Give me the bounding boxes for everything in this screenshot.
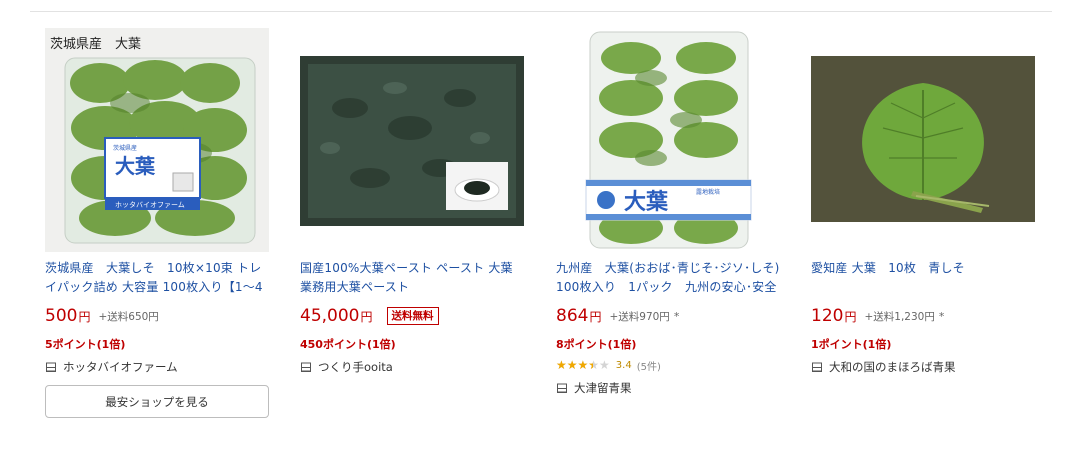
shop-name[interactable]: つくり手ooita — [318, 359, 393, 375]
price-value: 120 — [811, 306, 844, 326]
price-yen: 円 — [844, 309, 857, 324]
product-title-link[interactable]: 茨城県産 大葉しそ 10枚×10束 トレイパック詰め 大容量 100枚入り【1〜… — [45, 259, 273, 297]
product-card-4: 愛知産 大葉 10枚 青しそ 120 円 +送料1,230円 * 1ポイント(1倍… — [811, 28, 1051, 375]
product-card-3: 大葉 露地栽培 九州産 大葉(おおば･青じそ･ジソ･しそ) 100枚入り 1パッ… — [556, 28, 796, 396]
svg-text:茨城県産: 茨城県産 — [113, 144, 137, 152]
price-value: 45,000 — [300, 306, 360, 326]
price-row: 864 円 +送料970円 * — [556, 305, 796, 327]
shop-icon — [812, 362, 822, 372]
shipping-note-asterisk: * — [673, 309, 680, 323]
product-title-link[interactable]: 国産100%大葉ペースト ペースト 大葉 業務用大葉ペースト — [300, 259, 528, 297]
points: 450ポイント(1倍) — [300, 338, 396, 351]
points: 8ポイント(1倍) — [556, 338, 637, 351]
section-divider — [30, 11, 1052, 12]
shop-icon — [557, 383, 567, 393]
product-image[interactable] — [811, 28, 1035, 252]
cheapest-shop-button[interactable]: 最安ショップを見る — [45, 385, 269, 418]
shipping-fee: +送料1,230円 — [864, 310, 935, 323]
price-value: 500 — [45, 306, 78, 326]
shipping-fee: +送料650円 — [98, 310, 159, 323]
shop-icon — [301, 362, 311, 372]
rating-row[interactable]: ★★★★★★★★★★ 3.4 (5件) — [556, 358, 796, 373]
shop-name[interactable]: 大和の国のまほろば青果 — [829, 359, 956, 375]
product-title-link[interactable]: 九州産 大葉(おおば･青じそ･ジソ･しそ) 100枚入り 1パック 九州の安心･… — [556, 259, 784, 297]
product-image-shiso-bunch — [811, 28, 1035, 252]
star-rating: ★★★★★★★★★★ — [556, 358, 610, 372]
points: 1ポイント(1倍) — [811, 338, 892, 351]
shop-name[interactable]: 大津留青果 — [574, 380, 632, 396]
shop-row[interactable]: 大和の国のまほろば青果 — [811, 359, 1051, 375]
price-row: 500 円 +送料650円 — [45, 305, 285, 327]
svg-text:露地栽培: 露地栽培 — [696, 188, 720, 196]
shop-row[interactable]: ホッタバイオファーム — [45, 359, 285, 375]
price-row: 120 円 +送料1,230円 * — [811, 305, 1051, 327]
points: 5ポイント(1倍) — [45, 338, 126, 351]
shop-row[interactable]: 大津留青果 — [556, 380, 796, 396]
product-image[interactable]: 茨城県産 大葉 茨城県産 大葉 ホッタバイオファーム — [45, 28, 269, 252]
shop-icon — [46, 362, 56, 372]
package-label: 大葉 — [624, 190, 669, 215]
shop-name[interactable]: ホッタバイオファーム — [63, 359, 178, 375]
shipping-note-asterisk: * — [938, 309, 945, 323]
product-image-shiso-paste — [300, 28, 524, 252]
product-title-link[interactable]: 愛知産 大葉 10枚 青しそ — [811, 259, 1039, 297]
price-yen: 円 — [360, 309, 373, 324]
star-icon: ★★★★★ — [556, 358, 593, 372]
rating-value: 3.4 — [615, 359, 632, 371]
price-row: 45,000 円 送料無料 — [300, 305, 540, 327]
shop-row[interactable]: つくり手ooita — [300, 359, 540, 375]
product-image[interactable] — [300, 28, 524, 252]
package-label: 大葉 — [115, 154, 156, 178]
shipping-fee: +送料970円 — [609, 310, 670, 323]
price-yen: 円 — [589, 309, 602, 324]
product-image-shiso-pack-kyushu: 大葉 露地栽培 — [556, 28, 780, 252]
product-card-2: 国産100%大葉ペースト ペースト 大葉 業務用大葉ペースト 45,000 円 送… — [300, 28, 540, 375]
product-card-1: 茨城県産 大葉 茨城県産 大葉 ホッタバイオファーム 茨城県産 大葉しそ 10枚… — [45, 28, 285, 418]
svg-text:ホッタバイオファーム: ホッタバイオファーム — [115, 200, 185, 209]
free-shipping-badge: 送料無料 — [386, 307, 439, 325]
price-yen: 円 — [78, 309, 91, 324]
image-caption: 茨城県産 大葉 — [50, 36, 141, 52]
review-count[interactable]: (5件) — [637, 358, 661, 373]
product-image[interactable]: 大葉 露地栽培 — [556, 28, 780, 252]
product-image-shiso-pack-ibaraki: 茨城県産 大葉 茨城県産 大葉 ホッタバイオファーム — [45, 28, 269, 252]
price-value: 864 — [556, 306, 589, 326]
